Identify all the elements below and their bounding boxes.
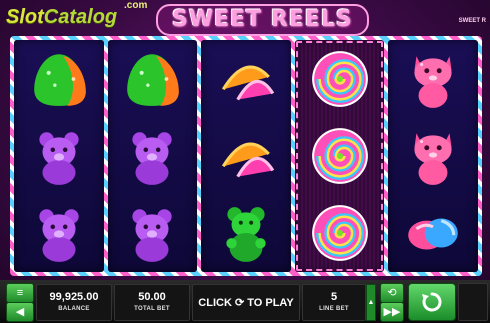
lollipop-icon <box>307 46 373 112</box>
reels-frame <box>10 36 482 276</box>
brand-slot-text: Slot <box>6 6 44 28</box>
reel-grid <box>14 40 478 272</box>
candy-cat-icon <box>400 123 466 189</box>
reel-3 <box>201 40 291 272</box>
gummy-bear-purple-icon <box>26 123 92 189</box>
menu-button[interactable]: ≡ <box>6 283 34 303</box>
play-prompt: CLICK ⟳ TO PLAY <box>192 284 300 321</box>
control-bar: ≡ ◀ 99,925.00 BALANCE 50.00 TOTAL BET CL… <box>0 280 490 323</box>
wrapped-candy-icon <box>400 200 466 266</box>
spin-button[interactable] <box>408 283 456 321</box>
gummy-drop-icon <box>119 46 185 112</box>
fast-forward-button[interactable]: ▶▶ <box>380 302 404 322</box>
total-bet-panel[interactable]: 50.00 TOTAL BET <box>114 284 190 321</box>
fruit-slices-icon <box>213 123 279 189</box>
line-bet-panel[interactable]: 5 LINE BET <box>302 284 366 321</box>
gummy-drop-icon <box>26 46 92 112</box>
balance-panel: 99,925.00 BALANCE <box>36 284 112 321</box>
total-bet-value: 50.00 <box>138 291 166 303</box>
lollipop-icon <box>307 200 373 266</box>
lollipop-icon <box>307 123 373 189</box>
gummy-bear-purple-icon <box>26 200 92 266</box>
line-bet-up-button[interactable]: ▲ <box>366 284 376 321</box>
reel-2 <box>107 40 198 272</box>
reel-1 <box>14 40 104 272</box>
brand-logo: SlotCatalog .com <box>6 0 147 29</box>
line-bet-label: LINE BET <box>319 306 349 312</box>
balance-value: 99,925.00 <box>49 291 99 303</box>
reel-4 <box>294 40 385 272</box>
play-prompt-text: CLICK ⟳ TO PLAY <box>198 297 294 309</box>
total-bet-label: TOTAL BET <box>134 306 170 312</box>
game-title-logo: SWEET REELS <box>156 4 369 36</box>
gummy-bear-green-icon <box>213 200 279 266</box>
reel-5 <box>388 40 478 272</box>
info-strip <box>458 283 488 321</box>
fruit-slices-icon <box>213 46 279 112</box>
gummy-bear-purple-icon <box>119 200 185 266</box>
brand-com-text: .com <box>124 0 148 11</box>
gummy-bear-purple-icon <box>119 123 185 189</box>
corner-logo-text: SWEET R <box>458 18 486 24</box>
balance-label: BALANCE <box>58 306 90 312</box>
slot-game: SlotCatalog .com SWEET REELS SWEET R ≡ ◀… <box>0 0 490 323</box>
spin-icon <box>422 292 442 312</box>
candy-cat-icon <box>400 46 466 112</box>
autoplay-button[interactable]: ⟲ <box>380 283 404 303</box>
line-bet-value: 5 <box>330 291 338 303</box>
sound-icon[interactable]: ◀ <box>6 302 34 322</box>
brand-catalog-text: Catalog <box>43 6 118 28</box>
